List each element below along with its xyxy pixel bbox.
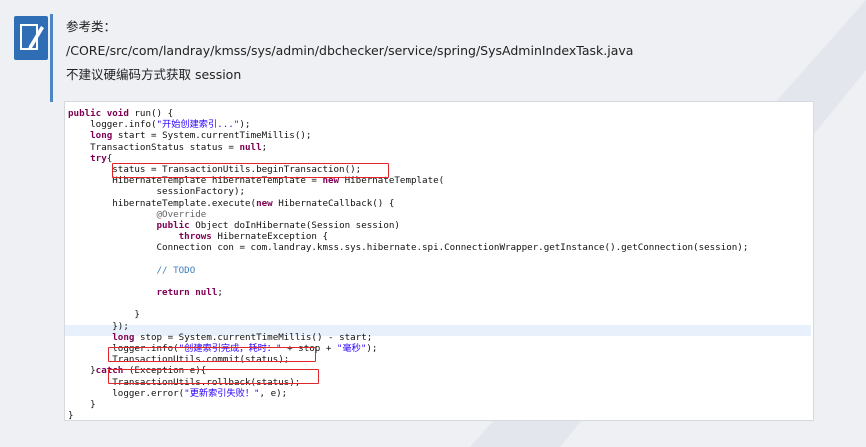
code-line: }: [68, 309, 748, 320]
code-line: public Object doInHibernate(Session sess…: [68, 220, 748, 231]
code-token: "毫秒": [336, 342, 367, 354]
code-line: sessionFactory);: [68, 186, 748, 197]
code-token: );: [239, 119, 251, 131]
code-line: @Override: [68, 209, 748, 220]
code-token: }: [68, 410, 74, 422]
code-token: });: [68, 320, 129, 332]
code-token: TransactionStatus status =: [68, 141, 240, 153]
code-token: }: [68, 398, 96, 410]
file-path: /CORE/src/com/landray/kmss/sys/admin/dbc…: [66, 43, 634, 58]
pencil-note-icon: [14, 16, 48, 60]
code-line: });: [68, 321, 748, 332]
code-line: long start = System.currentTimeMillis();: [68, 130, 748, 141]
code-token: run() {: [128, 108, 174, 119]
code-token: // TODO: [156, 264, 196, 276]
code-token: HibernateException {: [211, 231, 329, 243]
code-token: ;: [261, 141, 268, 153]
code-token: throws: [178, 231, 212, 243]
highlight-box-rollback: [108, 369, 319, 384]
code-token: long: [90, 130, 113, 142]
code-token: logger.error(: [68, 387, 185, 399]
code-token: start = System.currentTimeMillis();: [112, 130, 312, 142]
code-line: logger.info("开始创建索引...");: [68, 119, 748, 130]
highlight-box-commit: [108, 347, 316, 362]
intro-text: 参考类： /CORE/src/com/landray/kmss/sys/admi…: [66, 16, 633, 88]
code-line: return null;: [68, 287, 748, 298]
code-token: ;: [217, 287, 223, 298]
code-token: );: [366, 342, 378, 354]
code-line: throws HibernateException {: [68, 231, 748, 242]
code-token: sessionFactory);: [68, 186, 246, 198]
code-token: Object doInHibernate(Session session): [189, 219, 400, 231]
code-token: long: [112, 331, 135, 343]
code-token: }: [68, 309, 140, 321]
code-line: }: [68, 410, 748, 421]
advice-text: 不建议硬编码方式获取 session: [66, 67, 242, 82]
code-line: hibernateTemplate.execute(new HibernateC…: [68, 198, 748, 209]
code-token: stop = System.currentTimeMillis() - star…: [134, 331, 373, 343]
code-line: Connection con = com.landray.kmss.sys.hi…: [68, 242, 749, 254]
code-line: TransactionStatus status = null;: [68, 142, 748, 153]
code-line: logger.error("更新索引失败！", e);: [68, 388, 748, 399]
code-token: @Override: [156, 208, 207, 220]
code-token: return null: [156, 287, 218, 298]
code-token: "更新索引失败！": [184, 387, 260, 399]
code-token: null: [239, 141, 262, 153]
code-token: Connection con = com.landray.kmss.sys.hi…: [68, 242, 749, 254]
code-token: HibernateCallback() {: [272, 197, 395, 209]
note-accent-bar: [50, 14, 53, 102]
code-token: "开始创建索引...": [156, 119, 240, 131]
code-line: long stop = System.currentTimeMillis() -…: [68, 332, 748, 343]
code-token: {: [106, 152, 113, 164]
code-token: logger.info(: [68, 119, 157, 131]
code-line: public void run() {: [68, 108, 748, 119]
code-screenshot-panel: public void run() { logger.info("开始创建索引.…: [64, 101, 814, 421]
code-line: // TODO: [68, 265, 748, 276]
code-token: public: [156, 219, 190, 231]
code-token: try: [90, 152, 107, 164]
code-token: new: [256, 197, 273, 209]
code-token: }: [68, 365, 96, 377]
code-line: }: [68, 399, 748, 410]
code-token: public void: [68, 108, 129, 119]
code-token: , e);: [259, 387, 288, 399]
code-token: hibernateTemplate.execute(: [68, 197, 257, 209]
highlight-box-begin-transaction: [112, 163, 389, 178]
reference-label: 参考类：: [66, 19, 117, 34]
